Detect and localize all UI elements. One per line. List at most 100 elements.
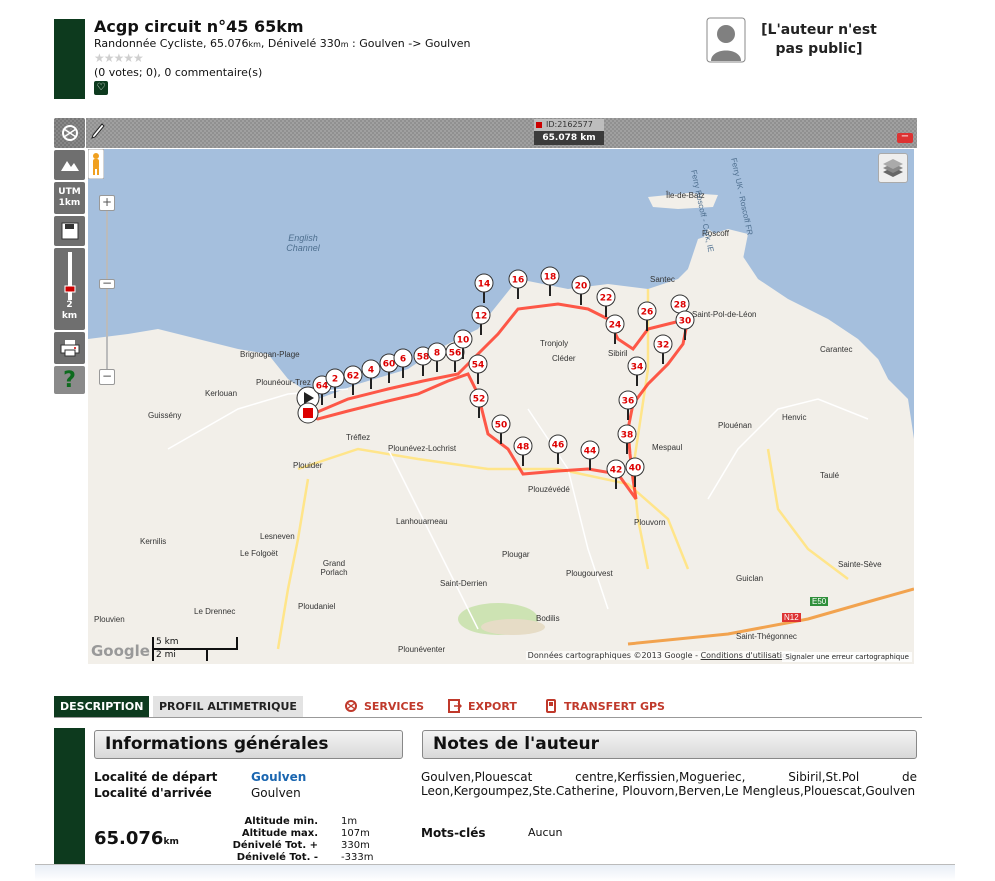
km-marker-label: 46 bbox=[552, 441, 565, 451]
map-scale: 5 km 2 mi bbox=[152, 637, 242, 661]
km-marker-4[interactable]: 4 bbox=[361, 359, 381, 389]
print-button[interactable] bbox=[54, 332, 85, 364]
label-taule: Taulé bbox=[820, 471, 840, 480]
km-marker-44[interactable]: 44 bbox=[580, 440, 600, 470]
export-icon bbox=[448, 699, 462, 713]
slider-track-icon bbox=[64, 252, 75, 300]
km-marker-label: 10 bbox=[457, 336, 470, 346]
km-marker-label: 48 bbox=[517, 443, 530, 453]
end-label: Localité d'arrivée bbox=[94, 786, 212, 800]
start-value-link[interactable]: Goulven bbox=[251, 770, 306, 784]
label-santec: Santec bbox=[650, 275, 675, 284]
keywords-value: Aucun bbox=[528, 826, 563, 839]
label-sainte-seve: Sainte-Sève bbox=[838, 560, 882, 569]
km-marker-label: 52 bbox=[473, 395, 486, 405]
label-plouider: Plouider bbox=[293, 461, 323, 470]
close-map-button[interactable]: − bbox=[897, 132, 913, 143]
tab-export[interactable]: EXPORT bbox=[442, 696, 523, 717]
km-marker-label: 44 bbox=[584, 447, 597, 457]
label-plougourvest: Plougourvest bbox=[566, 569, 613, 578]
terms-link[interactable]: Conditions d'utilisation bbox=[701, 651, 792, 660]
km-marker-label: 50 bbox=[495, 421, 508, 431]
km-marker-label: 14 bbox=[478, 280, 491, 290]
utm-grid-button[interactable]: UTM 1km bbox=[54, 182, 85, 214]
km-marker-46[interactable]: 46 bbox=[548, 434, 568, 464]
alt-min-label: Altitude min. bbox=[244, 816, 318, 827]
km-marker-label: 42 bbox=[610, 466, 623, 476]
printer-icon bbox=[60, 340, 79, 357]
km-marker-16[interactable]: 16 bbox=[508, 269, 528, 299]
help-button[interactable]: ? bbox=[54, 366, 85, 394]
km-marker-62[interactable]: 62 bbox=[343, 365, 363, 395]
distance-slider[interactable]: 2 km bbox=[54, 248, 85, 330]
tab-gps-transfer[interactable]: TRANSFERT GPS bbox=[538, 696, 671, 717]
route-end-marker[interactable] bbox=[297, 402, 319, 424]
zoom-slider-handle[interactable]: − bbox=[99, 277, 115, 289]
km-marker-32[interactable]: 32 bbox=[653, 334, 673, 364]
street-view-pegman-icon[interactable] bbox=[88, 149, 104, 179]
favorite-heart-icon[interactable]: ♡ bbox=[94, 81, 108, 95]
label-brignogan: Brignogan-Plage bbox=[240, 350, 300, 359]
alt-max-value: 107m bbox=[341, 828, 370, 839]
tab-services[interactable]: SERVICES bbox=[338, 696, 430, 717]
route-tool-button[interactable] bbox=[54, 118, 85, 148]
km-marker-40[interactable]: 40 bbox=[625, 457, 645, 487]
zoom-in-button[interactable]: + bbox=[99, 195, 115, 211]
km-marker-label: 62 bbox=[347, 372, 360, 382]
label-grand-porlach: Grand Porlach bbox=[320, 559, 348, 577]
zoom-out-button[interactable]: − bbox=[99, 369, 115, 385]
km-marker-34[interactable]: 34 bbox=[627, 356, 647, 386]
alt-max-label: Altitude max. bbox=[241, 828, 318, 839]
save-tool-button[interactable] bbox=[54, 216, 85, 246]
km-marker-22[interactable]: 22 bbox=[596, 287, 616, 317]
report-map-error-link[interactable]: Signaler une erreur cartographique bbox=[782, 652, 912, 662]
label-le-folgoet: Le Folgoët bbox=[240, 549, 278, 558]
km-marker-38[interactable]: 38 bbox=[617, 424, 637, 454]
label-lanhouarneau: Lanhouarneau bbox=[396, 517, 448, 526]
route-title: Acgp circuit n°45 65km bbox=[94, 17, 304, 36]
label-lesneven: Lesneven bbox=[260, 532, 295, 541]
label-kerlouan: Kerlouan bbox=[205, 389, 238, 398]
km-marker-label: 32 bbox=[657, 341, 670, 351]
road-white-2 bbox=[387, 448, 479, 630]
general-info-heading: Informations générales bbox=[94, 730, 403, 759]
label-kernilis: Kernilis bbox=[140, 537, 167, 546]
km-marker-label: 56 bbox=[449, 349, 462, 359]
label-plouvien: Plouvien bbox=[94, 615, 125, 624]
alt-min-value: 1m bbox=[341, 816, 358, 827]
km-marker-36[interactable]: 36 bbox=[618, 390, 638, 420]
keywords-label: Mots-clés bbox=[421, 826, 486, 840]
km-marker-label: 28 bbox=[674, 301, 687, 311]
label-e50: E50 bbox=[810, 597, 829, 606]
km-marker-52[interactable]: 52 bbox=[469, 388, 489, 418]
km-marker-label: 58 bbox=[417, 353, 430, 363]
description-tabs: DESCRIPTION PROFIL ALTIMETRIQUE SERVICES… bbox=[54, 696, 922, 718]
floppy-disk-icon bbox=[61, 222, 78, 240]
tab-elevation-profile[interactable]: PROFIL ALTIMETRIQUE bbox=[153, 696, 303, 717]
author-notes-text: Goulven,Plouescat centre,Kerfissien,Mogu… bbox=[421, 770, 917, 798]
author-status: [L'auteur n'est pas public] bbox=[761, 22, 877, 57]
header-accent-bar bbox=[54, 19, 85, 99]
km-marker-8[interactable]: 8 bbox=[427, 342, 447, 372]
km-marker-label: 6 bbox=[400, 355, 406, 365]
km-marker-label: 22 bbox=[600, 294, 613, 304]
km-marker-label: 36 bbox=[622, 397, 635, 407]
road-d-yellow-4 bbox=[766, 448, 849, 580]
rating-stars[interactable]: ★★★★★ bbox=[94, 51, 144, 65]
km-marker-6[interactable]: 6 bbox=[393, 348, 413, 378]
author-avatar bbox=[706, 17, 746, 63]
map-layers-button[interactable] bbox=[878, 153, 908, 183]
route-map[interactable]: 64 2 62 4 60 6 58 8 56 10 12 14 16 18 20 22 24 26 28 30 32 34… bbox=[88, 149, 914, 664]
services-icon bbox=[345, 700, 357, 712]
pencil-icon[interactable] bbox=[90, 121, 106, 139]
label-saint-derrien: Saint-Derrien bbox=[440, 579, 488, 588]
tab-description[interactable]: DESCRIPTION bbox=[54, 696, 150, 717]
km-marker-20[interactable]: 20 bbox=[571, 275, 591, 305]
km-marker-42[interactable]: 42 bbox=[606, 459, 626, 489]
den-neg-label: Dénivelé Tot. - bbox=[236, 852, 318, 863]
content-accent-bar bbox=[54, 728, 85, 864]
label-plounevez: Plounévez-Lochrist bbox=[388, 444, 457, 453]
elevation-tool-button[interactable] bbox=[54, 150, 85, 180]
km-marker-18[interactable]: 18 bbox=[540, 266, 560, 296]
km-marker-label: 30 bbox=[679, 317, 692, 327]
